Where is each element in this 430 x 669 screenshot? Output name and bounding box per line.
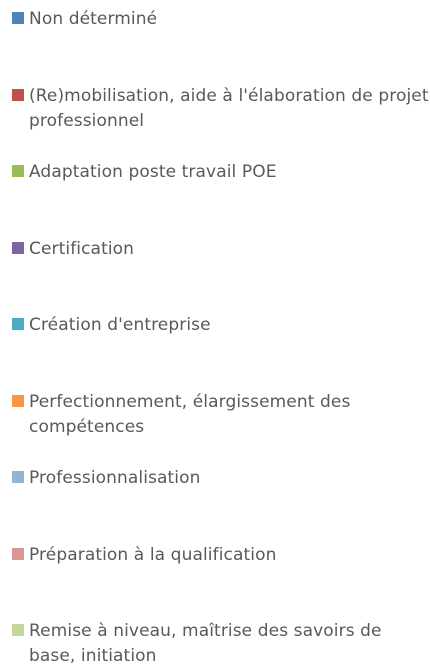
legend-swatch: [12, 394, 24, 407]
legend-swatch: [12, 624, 24, 636]
legend-item: Perfectionnement, élargissement des comp…: [12, 390, 430, 440]
legend-swatch: [12, 165, 24, 177]
chart-legend: Non déterminé (Re)mobilisation, aide à l'…: [12, 0, 430, 666]
legend-swatch: [12, 88, 24, 101]
legend-swatch: [12, 547, 24, 560]
legend-label: Certification: [29, 238, 135, 259]
legend-item: Préparation à la qualification: [12, 543, 430, 568]
legend-swatch: [12, 12, 24, 24]
legend-label: Professionnalisation: [29, 468, 201, 488]
legend-item: Certification: [12, 237, 430, 262]
legend-label: Préparation à la qualification: [29, 544, 277, 565]
legend-label: Création d'entreprise: [29, 315, 211, 335]
legend-swatch: [12, 241, 24, 254]
legend-item: Création d'entreprise: [12, 313, 430, 338]
legend-swatch: [12, 318, 24, 330]
legend-label: Non déterminé: [29, 9, 158, 29]
legend-item: Non déterminé: [12, 7, 430, 32]
legend-item: Adaptation poste travail POE: [12, 160, 430, 185]
legend-label: (Re)mobilisation, aide à l'élaboration d…: [29, 85, 429, 131]
legend-label: Perfectionnement, élargissement des comp…: [29, 391, 351, 437]
legend-label: Adaptation poste travail POE: [29, 162, 277, 182]
legend-swatch: [12, 471, 24, 483]
legend-item: Professionnalisation: [12, 466, 430, 491]
legend-item: (Re)mobilisation, aide à l'élaboration d…: [12, 84, 430, 134]
legend-item: Remise à niveau, maîtrise des savoirs de…: [12, 619, 430, 669]
legend-label: Remise à niveau, maîtrise des savoirs de…: [29, 621, 382, 666]
